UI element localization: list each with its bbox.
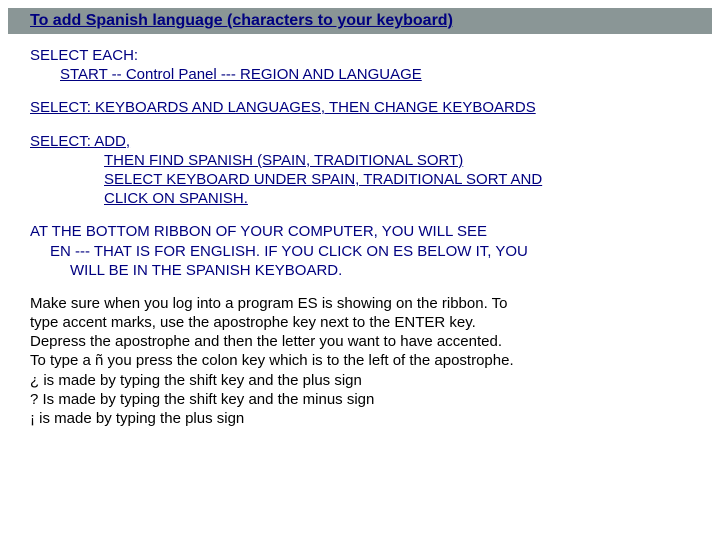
step-keyboards: SELECT: KEYBOARDS AND LANGUAGES, THEN CH… — [30, 98, 690, 117]
step3-l1: THEN FIND SPANISH (SPAIN, TRADITIONAL SO… — [30, 151, 690, 170]
step-select-each: SELECT EACH: START -- Control Panel --- … — [30, 46, 690, 84]
ribbon-note: AT THE BOTTOM RIBBON OF YOUR COMPUTER, Y… — [30, 222, 690, 280]
step1-line: START -- Control Panel --- REGION AND LA… — [30, 65, 690, 84]
step3-l3: CLICK ON SPANISH. — [104, 190, 248, 207]
typing-notes: Make sure when you log into a program ES… — [30, 294, 690, 428]
page-title: To add Spanish language (characters to y… — [30, 12, 453, 29]
title-bar: To add Spanish language (characters to y… — [8, 8, 712, 34]
notes-l2: type accent marks, use the apostrophe ke… — [30, 313, 690, 332]
notes-l4: To type a ñ you press the colon key whic… — [30, 351, 690, 370]
step3-tail: SELECT KEYBOARD UNDER SPAIN, TRADITIONAL… — [30, 170, 690, 208]
step3-l2: SELECT KEYBOARD UNDER SPAIN, TRADITIONAL… — [104, 171, 542, 188]
step-add: SELECT: ADD, THEN FIND SPANISH (SPAIN, T… — [30, 132, 690, 209]
notes-l5: ¿ is made by typing the shift key and th… — [30, 371, 690, 390]
ribbon-l1: AT THE BOTTOM RIBBON OF YOUR COMPUTER, Y… — [30, 222, 690, 241]
ribbon-l3: WILL BE IN THE SPANISH KEYBOARD. — [30, 261, 690, 280]
notes-l1: Make sure when you log into a program ES… — [30, 294, 690, 313]
notes-l3: Depress the apostrophe and then the lett… — [30, 332, 690, 351]
step3-head: SELECT: ADD, — [30, 132, 690, 151]
step1-head: SELECT EACH: — [30, 46, 690, 65]
notes-l6: ? Is made by typing the shift key and th… — [30, 390, 690, 409]
ribbon-l2: EN --- THAT IS FOR ENGLISH. IF YOU CLICK… — [30, 242, 690, 261]
notes-l7: ¡ is made by typing the plus sign — [30, 409, 690, 428]
instruction-content: SELECT EACH: START -- Control Panel --- … — [0, 34, 720, 428]
